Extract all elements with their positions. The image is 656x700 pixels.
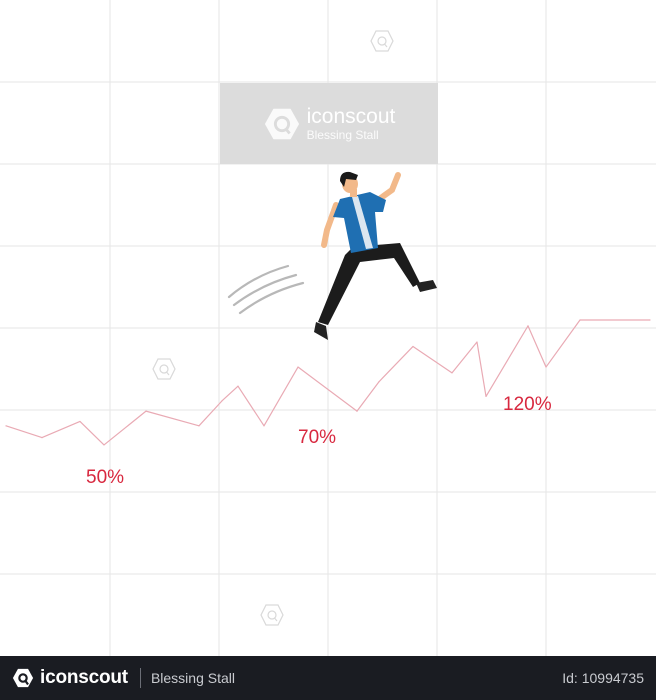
watermark-logo-small [370,30,394,52]
motion-line [232,273,298,307]
motion-line [238,281,305,315]
growth-point [103,444,105,446]
watermark-box: iconscout Blessing Stall [220,83,438,164]
growth-point [485,395,487,398]
footer-brand-name: iconscout [40,667,128,688]
right-arm [375,172,401,203]
growth-point [649,319,651,321]
growth-point [356,410,358,412]
growth-point [41,437,43,439]
growth-point [579,319,581,321]
growth-point [198,425,200,427]
iconscout-logo-icon [12,668,34,688]
growth-point [237,385,239,387]
label-50-percent: 50% [86,467,125,488]
growth-point [476,341,478,343]
growth-point [545,366,547,368]
businessman-figure [314,171,437,340]
pants [318,243,420,325]
footer-divider [139,668,141,688]
watermark-logo-small [152,358,176,380]
watermark-logo-small [260,604,284,626]
growth-point [221,400,223,402]
growth-point [412,345,414,348]
growth-point [145,410,147,412]
growth-point [378,381,380,383]
footer-author[interactable]: Blessing Stall [151,670,235,686]
footer-bar: iconscout Blessing Stall Id: 10994735 [0,656,656,700]
footer-asset-id: Id: 10994735 [562,670,644,686]
watermark-author: Blessing Stall [306,127,379,142]
watermark-brand: iconscout [306,104,396,128]
growth-point [263,425,265,427]
growth-point [297,366,299,368]
growth-point [451,372,453,374]
growth-point [79,420,81,423]
label-70-percent: 70% [298,427,337,448]
motion-lines [227,264,305,315]
left-arm [321,202,339,248]
back-shoe [314,322,328,340]
iconscout-logo-icon [264,108,299,139]
label-120-percent: 120% [503,394,552,415]
footer-brand-link[interactable]: iconscout [12,667,128,689]
growth-point [5,425,7,427]
growth-point [527,325,529,327]
